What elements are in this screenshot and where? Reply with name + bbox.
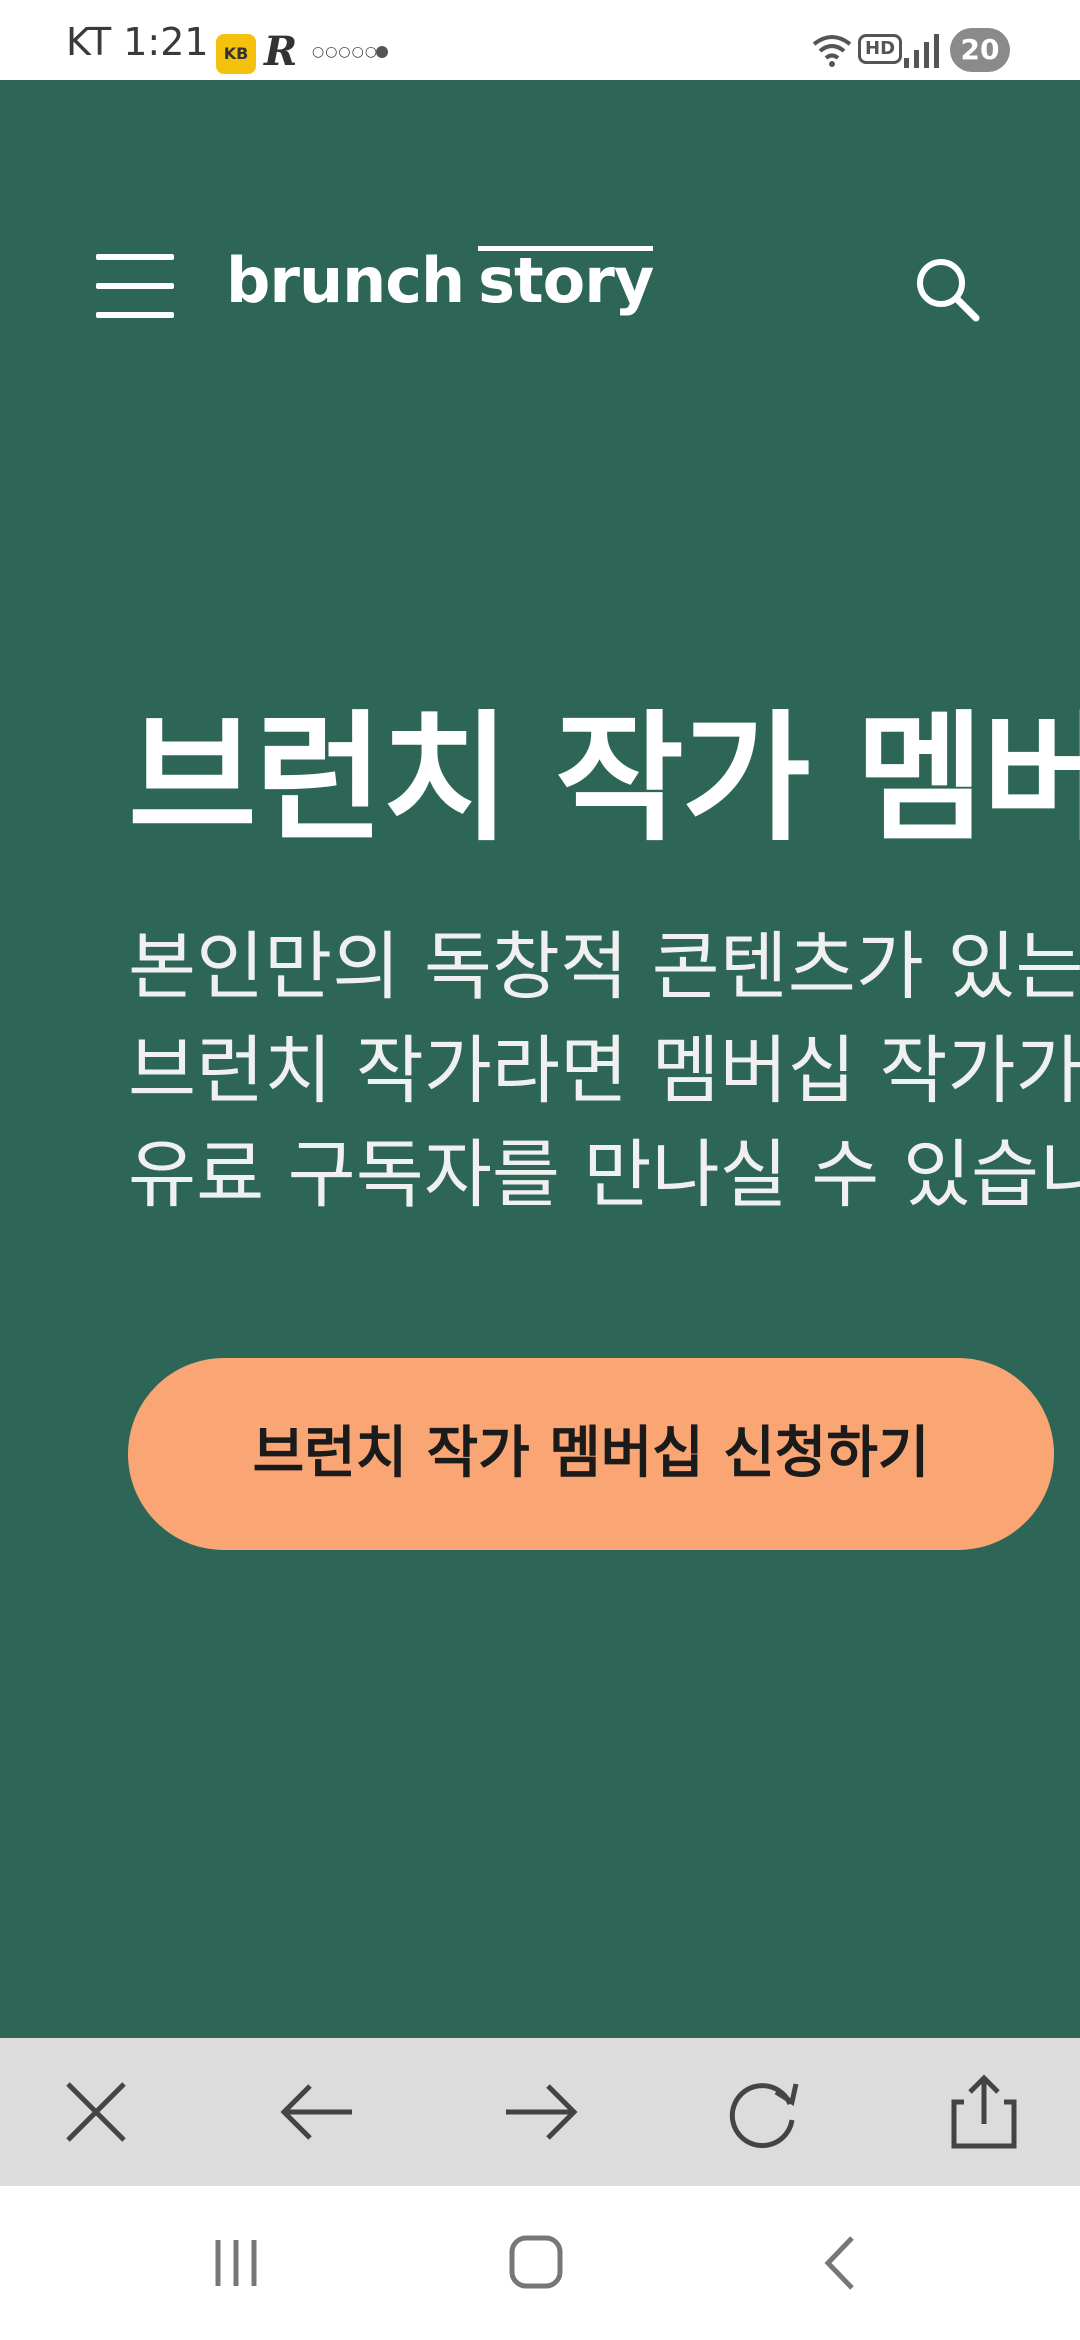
recent-apps-icon[interactable] [196,2228,276,2298]
forward-arrow-icon[interactable] [490,2062,590,2162]
logo-story: story [464,244,654,317]
kb-app-notification-icon: KB [216,34,256,74]
description-line-1: 본인만의 독창적 콘텐츠가 있는 [128,924,1080,1010]
status-bar: KT 1:21 KB R ○○○○○ HD 20 [0,0,1080,80]
carrier-time: KT 1:21 [66,20,209,64]
search-icon[interactable] [912,254,982,324]
brunchstory-logo[interactable]: brunch story [226,244,654,317]
system-navigation-bar [0,2186,1080,2340]
more-notifications-dot-icon [376,46,388,58]
apply-membership-button[interactable]: 브런치 작가 멤버십 신청하기 [128,1358,1054,1550]
close-icon[interactable] [46,2062,146,2162]
page-title: 브런치 작가 멤버십 [128,698,1080,861]
hero-description: 본인만의 독창적 콘텐츠가 있는 브런치 작가라면 멤버십 작가가 유료 구독자… [128,915,1080,1227]
signal-icon [904,34,939,68]
wifi-icon [812,35,852,67]
membership-hero: brunchstory 브런치 작가 멤버십 본인만의 독창적 콘텐츠가 있는 … [0,80,1080,2038]
home-icon[interactable] [496,2228,576,2298]
nav-back-icon[interactable] [800,2228,880,2298]
hd-voice-icon: HD [858,34,903,64]
battery-indicator: 20 [950,28,1010,72]
back-arrow-icon[interactable] [268,2062,368,2162]
description-line-2: 브런치 작가라면 멤버십 작가가 [128,1028,1080,1114]
description-line-3: 유료 구독자를 만나실 수 있습니 [128,1132,1080,1218]
browser-toolbar [0,2038,1080,2186]
reload-icon[interactable] [712,2062,812,2162]
share-icon[interactable] [934,2062,1034,2162]
r-app-notification-icon: R [264,28,298,75]
hamburger-menu-icon[interactable] [96,254,174,318]
logo-brunch: brunch [226,244,465,317]
ring-notification-icon: ○○○○○ [312,44,379,60]
